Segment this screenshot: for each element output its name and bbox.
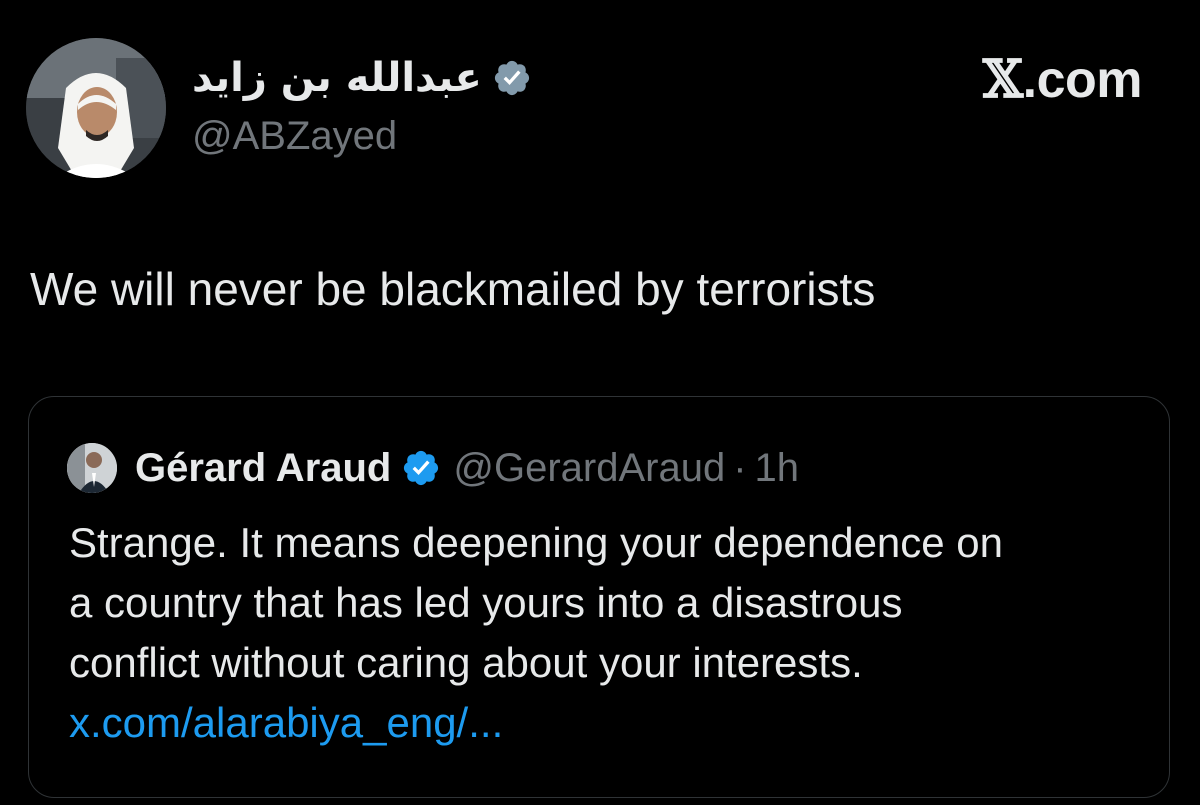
quoted-tweet-time[interactable]: 1h <box>755 448 800 488</box>
quoted-tweet[interactable]: Gérard Araud @GerardAraud · 1h Strange. … <box>28 396 1170 798</box>
dot-separator: · <box>733 446 747 490</box>
quoted-body-line: conflict without caring about your inter… <box>69 639 863 686</box>
quoted-author-avatar[interactable] <box>67 443 117 493</box>
tweet-text: We will never be blackmailed by terroris… <box>30 263 876 315</box>
author-avatar[interactable] <box>26 38 166 178</box>
quoted-body-line: Strange. It means deepening your depende… <box>69 519 1004 566</box>
tweet-card: عبدالله بن زايد @ABZayed 𝕏.com We will n… <box>0 0 1200 805</box>
quoted-tweet-link[interactable]: x.com/alarabiya_eng/... <box>69 693 1149 753</box>
quoted-body-line: a country that has led yours into a disa… <box>69 579 903 626</box>
brand-suffix: .com <box>1022 51 1143 109</box>
author-name-row: عبدالله بن زايد <box>192 50 532 106</box>
quoted-author-name[interactable]: Gérard Araud <box>135 448 391 488</box>
verified-badge-icon <box>494 60 529 96</box>
author-name[interactable]: عبدالله بن زايد <box>192 58 482 98</box>
quoted-tweet-header: Gérard Araud @GerardAraud · 1h <box>67 443 799 493</box>
x-logo-icon: 𝕏 <box>982 49 1023 110</box>
author-block: عبدالله بن زايد @ABZayed <box>192 50 532 170</box>
author-handle[interactable]: @ABZayed <box>192 116 532 156</box>
quoted-tweet-body: Strange. It means deepening your depende… <box>69 513 1149 753</box>
quoted-author-handle[interactable]: @GerardAraud <box>453 448 725 488</box>
verified-badge-icon <box>404 450 439 486</box>
x-com-brand: 𝕏.com <box>983 51 1143 109</box>
